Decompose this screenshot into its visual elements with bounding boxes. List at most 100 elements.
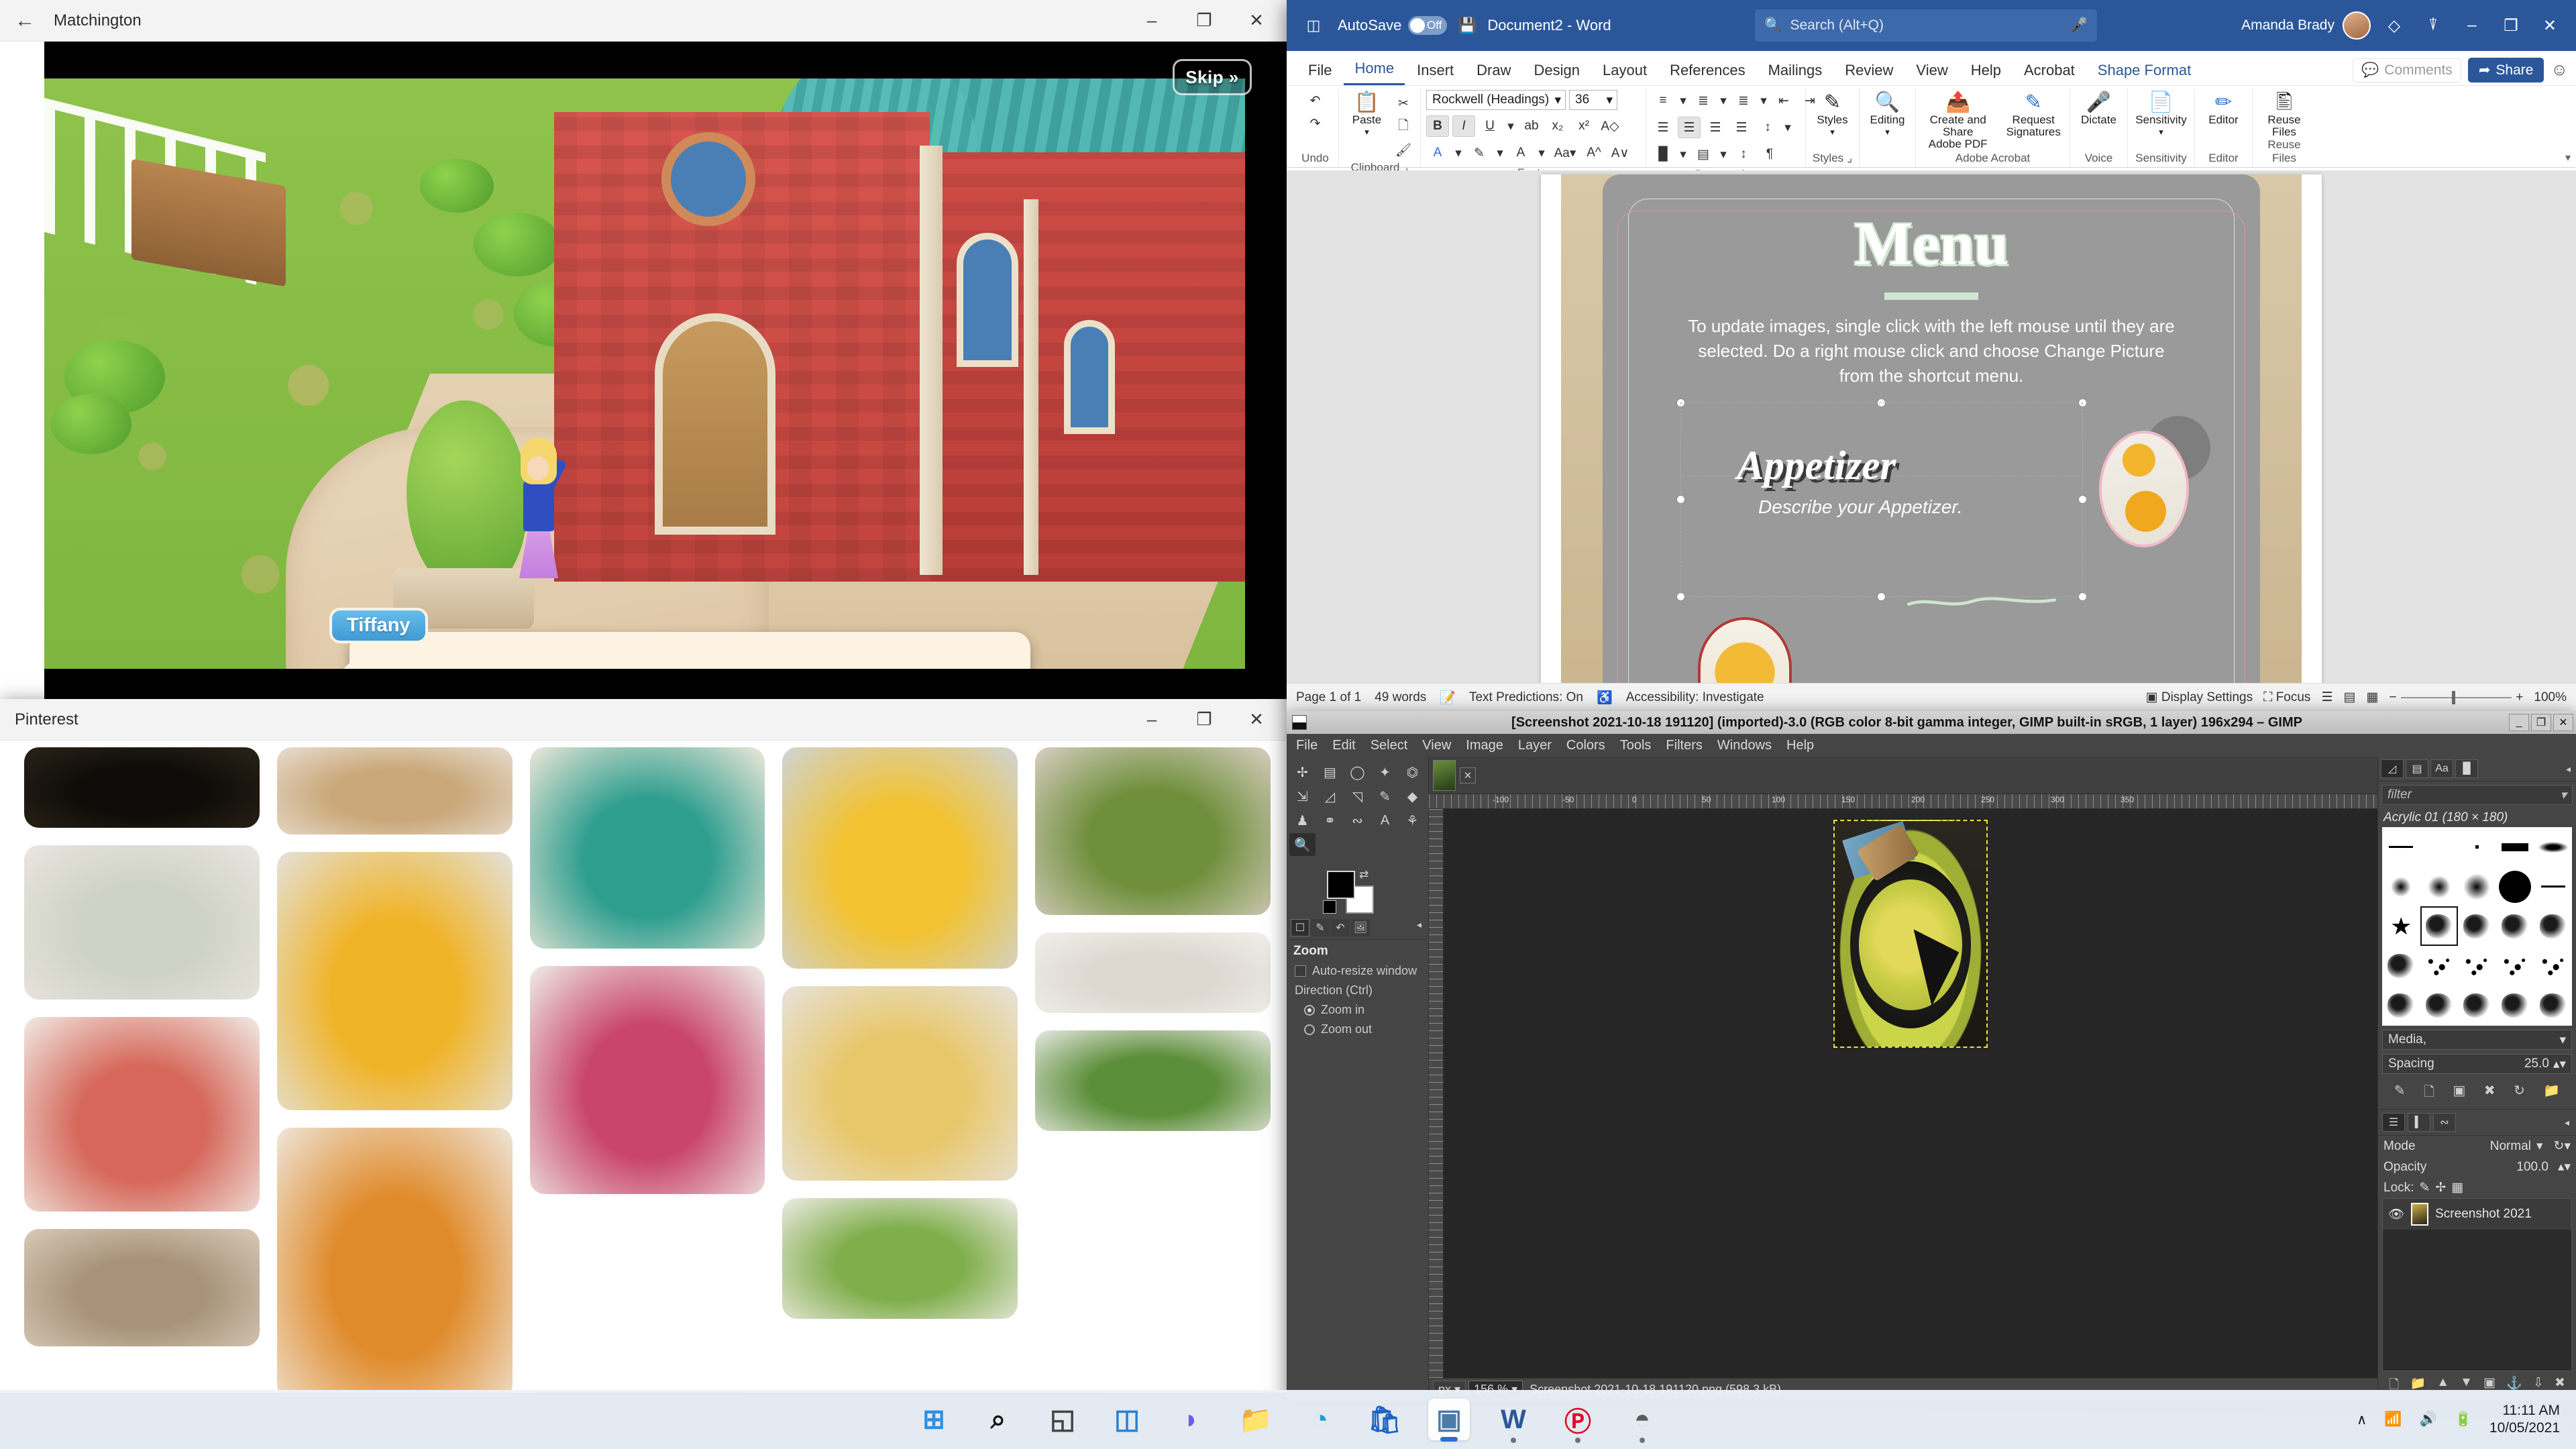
- zoom-in-button[interactable]: +: [2516, 690, 2523, 705]
- brush-cell[interactable]: [2458, 985, 2496, 1025]
- font-color-button[interactable]: A: [1509, 142, 1532, 164]
- italic-button[interactable]: I: [1452, 115, 1475, 137]
- rectangle-select-tool[interactable]: ▤: [1317, 761, 1343, 784]
- pin-card[interactable]: [529, 966, 765, 1194]
- gimp-button[interactable]: ◓: [1621, 1399, 1663, 1440]
- brush-cell[interactable]: [2458, 946, 2496, 985]
- chevron-down-icon[interactable]: ▾: [1782, 117, 1793, 138]
- brush-cell[interactable]: [2496, 906, 2534, 946]
- chevron-down-icon[interactable]: ▾: [1718, 90, 1729, 111]
- image-thumbnail[interactable]: [1433, 759, 1456, 791]
- pin-card[interactable]: [276, 852, 513, 1110]
- zoom-tool[interactable]: 🔍: [1289, 833, 1316, 856]
- tab-design[interactable]: Design: [1523, 57, 1591, 85]
- share-button[interactable]: ➦ Share: [2467, 58, 2544, 83]
- dock-menu-icon[interactable]: ◂: [2566, 763, 2573, 775]
- brush-cell[interactable]: [2534, 906, 2572, 946]
- user-account[interactable]: Amanda Brady: [2241, 11, 2371, 40]
- gimp-canvas[interactable]: [1444, 809, 2377, 1378]
- free-select-tool[interactable]: ◯: [1344, 761, 1371, 784]
- document-page[interactable]: Menu To update images, single click with…: [1541, 174, 2322, 683]
- brush-spacing[interactable]: Spacing 25.0 ▴▾: [2382, 1054, 2572, 1074]
- brush-cell[interactable]: [2420, 906, 2459, 946]
- zoom-track[interactable]: [2400, 690, 2512, 704]
- reuse-files-button[interactable]: 🖺 Reuse Files: [2259, 90, 2309, 138]
- multilevel-list-button[interactable]: ≣: [1732, 90, 1755, 111]
- color-picker-tool[interactable]: ⚘: [1399, 809, 1426, 832]
- pin-card[interactable]: [24, 1017, 260, 1212]
- avatar[interactable]: [2342, 11, 2371, 40]
- lock-position-icon[interactable]: ✢: [2435, 1180, 2446, 1195]
- shading-button[interactable]: █: [1652, 144, 1674, 165]
- text-tool[interactable]: A: [1372, 809, 1398, 832]
- layer-list[interactable]: 👁 Screenshot 2021: [2382, 1198, 2572, 1371]
- copy-button[interactable]: 🗋: [1392, 116, 1415, 138]
- brush-cell[interactable]: [2420, 946, 2459, 985]
- tab-layout[interactable]: Layout: [1592, 57, 1658, 85]
- pinterest-minimize-button[interactable]: –: [1126, 699, 1178, 741]
- gimp-menu-help[interactable]: Help: [1786, 738, 1814, 753]
- pinterest-feed[interactable]: [0, 741, 1287, 1393]
- search-button[interactable]: ⌕: [977, 1399, 1019, 1440]
- chevron-down-icon[interactable]: ▾: [2536, 1138, 2543, 1154]
- tab-file[interactable]: File: [1297, 57, 1342, 85]
- dialog-launcher-icon[interactable]: ⌟: [1847, 152, 1852, 165]
- layer-opacity-row[interactable]: Opacity 100.0 ▴▾: [2378, 1157, 2576, 1177]
- bucket-fill-tool[interactable]: ◹: [1344, 785, 1371, 808]
- smudge-tool[interactable]: ⚭: [1317, 809, 1343, 832]
- reset-mode-icon[interactable]: ↻▾: [2554, 1138, 2571, 1154]
- path-tool[interactable]: ∾: [1344, 809, 1371, 832]
- appetizer-photo[interactable]: [2099, 431, 2189, 547]
- brushes-tab[interactable]: ◿: [2381, 759, 2404, 778]
- paste-button[interactable]: 📋 Paste ▾: [1344, 90, 1389, 136]
- game-close-button[interactable]: ✕: [1230, 0, 1283, 42]
- gimp-menu-file[interactable]: File: [1296, 738, 1318, 753]
- zoom-in-radio[interactable]: [1304, 1004, 1315, 1016]
- print-layout-button[interactable]: ▤: [2343, 690, 2355, 705]
- brush-cell[interactable]: [2458, 827, 2496, 867]
- brush-filter-input[interactable]: filter ▾: [2381, 785, 2573, 805]
- dock-menu-icon[interactable]: ◂: [1417, 919, 1424, 936]
- pin-card[interactable]: [782, 747, 1018, 969]
- zoom-out-option[interactable]: Zoom out: [1289, 1020, 1426, 1039]
- editing-button[interactable]: 🔍 Editing ▾: [1865, 90, 1910, 136]
- brush-cell[interactable]: [2420, 827, 2459, 867]
- tab-mailings[interactable]: Mailings: [1758, 57, 1833, 85]
- edge-button[interactable]: ◔: [1299, 1399, 1341, 1440]
- start-button[interactable]: ⊞: [913, 1399, 955, 1440]
- brush-grid[interactable]: ★: [2382, 827, 2572, 1026]
- bullets-button[interactable]: ≡: [1652, 90, 1674, 111]
- images-tab[interactable]: 🖼: [1351, 919, 1370, 936]
- duplicate-brush-icon[interactable]: ▣: [2453, 1082, 2465, 1105]
- ribbon-collapse-icon[interactable]: ▾: [2565, 151, 2571, 164]
- pinterest-maximize-button[interactable]: ❐: [1178, 699, 1230, 741]
- battery-icon[interactable]: 🔋: [2455, 1411, 2472, 1428]
- gimp-menu-filters[interactable]: Filters: [1666, 738, 1702, 753]
- underline-button[interactable]: U: [1479, 115, 1501, 137]
- brush-cell[interactable]: [2496, 867, 2534, 906]
- game-minimize-button[interactable]: –: [1126, 0, 1178, 42]
- delete-brush-icon[interactable]: ✖: [2484, 1082, 2496, 1105]
- task-view-button[interactable]: ◱: [1042, 1399, 1083, 1440]
- teams-button[interactable]: ◗: [1171, 1399, 1212, 1440]
- horizontal-ruler[interactable]: -100 -50 0 50 100 150 200 250 300 350: [1429, 794, 2377, 809]
- pin-card[interactable]: [24, 845, 260, 1000]
- layer-mode-row[interactable]: Mode Normal ▾ ↻▾: [2378, 1136, 2576, 1157]
- pin-card[interactable]: [1035, 747, 1271, 915]
- read-mode-button[interactable]: ☰: [2321, 690, 2332, 705]
- display-settings-button[interactable]: ▣ Display Settings: [2146, 690, 2253, 705]
- gimp-menu-view[interactable]: View: [1422, 738, 1451, 753]
- create-and-share-adobe-pdf-button[interactable]: 📤 Create and Share Adobe PDF: [1921, 90, 1994, 150]
- brush-cell[interactable]: [2534, 827, 2572, 867]
- tab-help[interactable]: Help: [1960, 57, 2012, 85]
- chevron-down-icon[interactable]: ▾: [2159, 127, 2163, 137]
- numbering-button[interactable]: ≣: [1692, 90, 1715, 111]
- tool-options-tab[interactable]: ☐: [1291, 919, 1309, 936]
- gimp-close-button[interactable]: ✕: [2553, 714, 2573, 731]
- subscript-button[interactable]: x₂: [1546, 115, 1569, 137]
- pin-card[interactable]: [1035, 1030, 1271, 1131]
- paintbrush-tool[interactable]: ✎: [1372, 785, 1398, 808]
- clock[interactable]: 11:11 AM 10/05/2021: [2489, 1402, 2560, 1438]
- widgets-button[interactable]: ◫: [1106, 1399, 1148, 1440]
- word-minimize-button[interactable]: –: [2453, 0, 2491, 51]
